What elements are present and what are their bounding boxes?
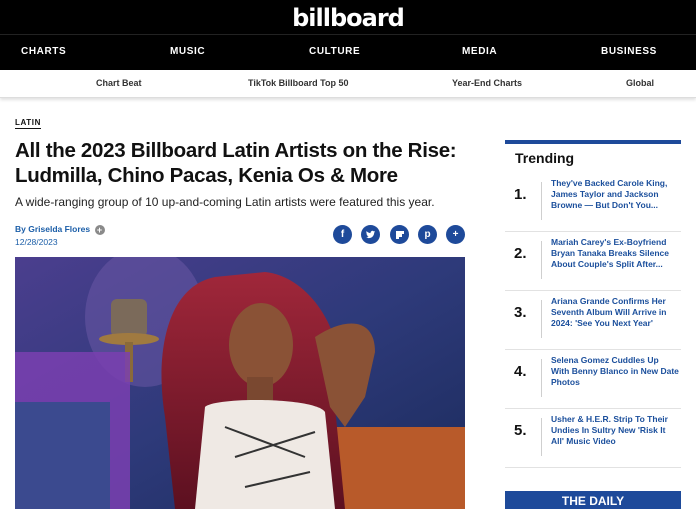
site-header: billboard [0,0,696,34]
nav-business[interactable]: BUSINESS [601,46,657,57]
flipboard-icon[interactable] [390,225,409,244]
article-dek: A wide-ranging group of 10 up-and-coming… [15,195,435,209]
main-nav: CHARTS MUSIC CULTURE MEDIA BUSINESS [0,34,696,70]
sub-nav: Chart Beat TikTok Billboard Top 50 Year-… [0,70,696,98]
trending-divider [541,418,542,456]
pinterest-icon[interactable]: p [418,225,437,244]
byline: By Griselda Flores + [15,224,105,235]
publish-date: 12/28/2023 [15,237,58,247]
nav-media[interactable]: MEDIA [462,46,497,57]
trending-divider [541,241,542,279]
trending-divider [541,359,542,397]
trending-link[interactable]: Mariah Carey's Ex-Boyfriend Bryan Tanaka… [551,237,679,270]
hero-image[interactable] [15,257,465,509]
facebook-icon[interactable]: f [333,225,352,244]
trending-item[interactable]: 5. Usher & H.E.R. Strip To Their Undies … [505,410,681,468]
trending-rank: 4. [514,363,527,380]
trending-item[interactable]: 4. Selena Gomez Cuddles Up With Benny Bl… [505,351,681,409]
trending-divider [541,300,542,338]
the-daily-banner[interactable]: THE DAILY [505,491,681,509]
trending-item[interactable]: 1. They've Backed Carole King, James Tay… [505,174,681,232]
trending-rule [505,140,681,144]
more-icon[interactable]: + [446,225,465,244]
trending-rank: 2. [514,245,527,262]
author-link[interactable]: By Griselda Flores [15,224,90,234]
subnav-tiktok-top-50[interactable]: TikTok Billboard Top 50 [248,78,349,88]
article-headline: All the 2023 Billboard Latin Artists on … [15,139,457,187]
twitter-icon[interactable] [361,225,380,244]
trending-link[interactable]: They've Backed Carole King, James Taylor… [551,178,679,211]
nav-music[interactable]: MUSIC [170,46,205,57]
trending-link[interactable]: Ariana Grande Confirms Her Seventh Album… [551,296,679,329]
nav-charts[interactable]: CHARTS [21,46,66,57]
subnav-chart-beat[interactable]: Chart Beat [96,78,142,88]
trending-item[interactable]: 2. Mariah Carey's Ex-Boyfriend Bryan Tan… [505,233,681,291]
nav-culture[interactable]: CULTURE [309,46,360,57]
billboard-logo[interactable]: billboard [0,4,696,32]
trending-link[interactable]: Selena Gomez Cuddles Up With Benny Blanc… [551,355,679,388]
category-tag[interactable]: LATIN [15,118,41,129]
trending-rank: 3. [514,304,527,321]
trending-rank: 5. [514,422,527,439]
subnav-global[interactable]: Global [626,78,654,88]
trending-link[interactable]: Usher & H.E.R. Strip To Their Undies In … [551,414,679,447]
subnav-year-end-charts[interactable]: Year-End Charts [452,78,522,88]
trending-title: Trending [515,150,575,166]
trending-item[interactable]: 3. Ariana Grande Confirms Her Seventh Al… [505,292,681,350]
follow-author-icon[interactable]: + [94,224,105,235]
trending-rank: 1. [514,186,527,203]
trending-divider [541,182,542,220]
